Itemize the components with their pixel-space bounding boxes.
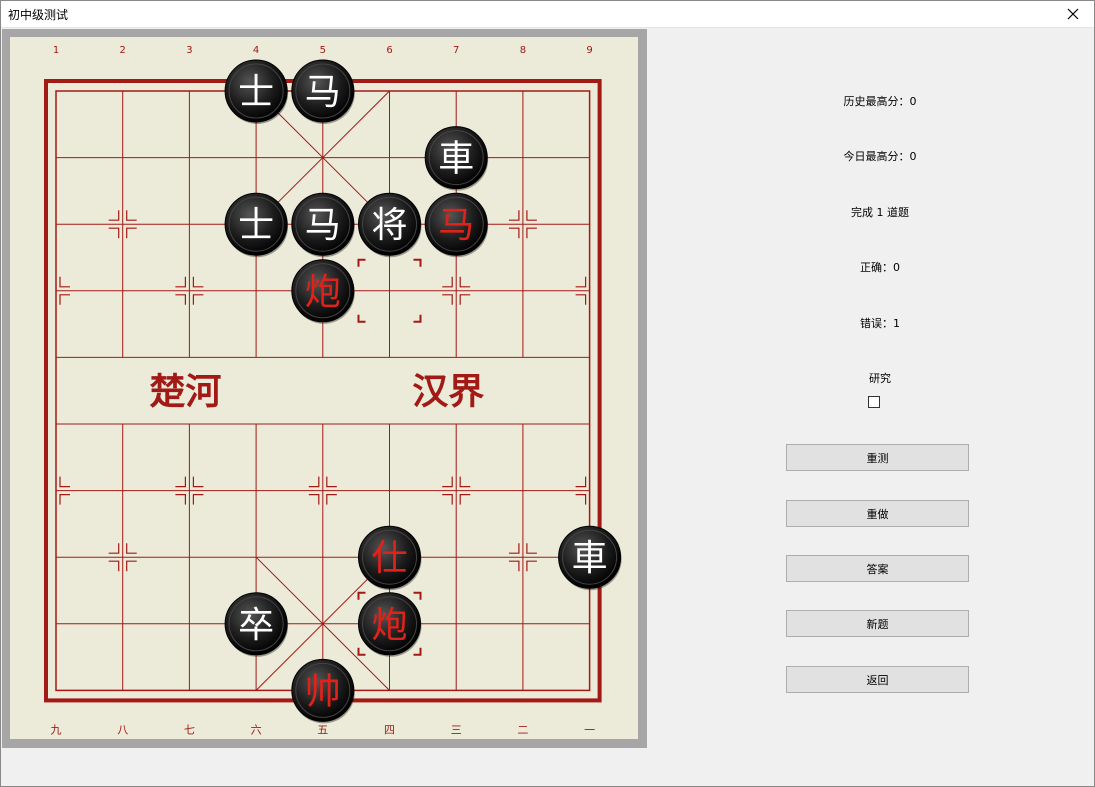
black-piece[interactable]: 马 <box>291 59 355 124</box>
river-text-right: 汉界 <box>412 371 484 413</box>
red-piece[interactable]: 帅 <box>291 658 355 724</box>
piece-label: 車 <box>438 139 474 180</box>
black-piece[interactable]: 马 <box>291 192 355 258</box>
window-title: 初中级测试 <box>8 8 69 22</box>
black-piece[interactable]: 士 <box>224 59 289 124</box>
red-piece[interactable]: 仕 <box>358 525 422 591</box>
top-column-label: 2 <box>120 45 126 56</box>
piece-label: 士 <box>238 72 274 113</box>
bottom-column-label: 八 <box>117 723 128 736</box>
piece-label: 士 <box>238 205 274 246</box>
top-column-label: 6 <box>386 45 392 56</box>
back-button[interactable]: 返回 <box>786 666 969 693</box>
piece-label: 車 <box>572 538 608 579</box>
research-label: 研究 <box>869 372 891 385</box>
top-column-label: 8 <box>520 45 526 56</box>
wrong-count: 错误：1 <box>860 317 900 330</box>
black-piece[interactable]: 車 <box>558 525 622 591</box>
black-piece[interactable]: 卒 <box>224 592 289 657</box>
title-bar: 初中级测试 <box>0 0 1095 28</box>
answer-button[interactable]: 答案 <box>786 555 969 582</box>
piece-label: 马 <box>438 205 474 246</box>
top-column-label: 1 <box>53 45 59 56</box>
today-best-score: 今日最高分：0 <box>843 150 917 163</box>
board-frame: 楚河 汉界 1 2 3 4 5 6 7 8 9 九八七六五四三二一 士马車士马将马炮仕車卒炮帅 <box>2 29 647 748</box>
piece-label: 炮 <box>371 605 407 646</box>
bottom-column-label: 七 <box>184 723 195 736</box>
correct-count: 正确：0 <box>860 261 900 274</box>
top-column-label: 5 <box>320 45 326 56</box>
new-problem-button[interactable]: 新题 <box>786 610 969 637</box>
bottom-column-label: 四 <box>384 723 395 736</box>
bottom-column-label: 二 <box>517 723 528 736</box>
research-checkbox[interactable] <box>868 396 880 408</box>
bottom-column-label: 三 <box>451 723 462 736</box>
redo-button[interactable]: 重做 <box>786 500 969 527</box>
top-column-label: 3 <box>186 45 192 56</box>
side-panel: 历史最高分：0 今日最高分：0 完成 1 道题 正确：0 错误：1 研究 重测 … <box>700 29 1060 729</box>
close-icon <box>1067 8 1079 20</box>
black-piece[interactable]: 車 <box>424 126 489 191</box>
bottom-column-label: 六 <box>251 723 262 736</box>
top-column-label: 9 <box>586 45 592 56</box>
bottom-column-label: 五 <box>317 723 328 736</box>
red-piece[interactable]: 马 <box>424 192 489 258</box>
piece-label: 仕 <box>371 538 407 579</box>
chess-board[interactable]: 楚河 汉界 1 2 3 4 5 6 7 8 9 九八七六五四三二一 士马車士马将马炮仕車卒炮帅 <box>10 37 638 739</box>
history-best-score: 历史最高分：0 <box>843 95 917 108</box>
board-grid[interactable]: 楚河 汉界1 2 3 4 5 6 7 8 9九八七六五四三二一 士马車士马将马炮仕 車卒 炮帅 <box>10 37 638 739</box>
close-button[interactable] <box>1051 0 1095 28</box>
river-text-left: 楚河 <box>149 371 221 413</box>
red-piece[interactable]: 炮 <box>291 259 355 324</box>
red-piece[interactable]: 炮 <box>358 592 422 657</box>
piece-label: 炮 <box>305 272 341 313</box>
piece-label: 马 <box>305 72 341 113</box>
bottom-column-label: 一 <box>584 723 595 736</box>
bottom-column-label: 九 <box>51 723 62 736</box>
piece-label: 卒 <box>238 605 274 646</box>
top-column-label: 4 <box>253 45 259 56</box>
piece-label: 将 <box>371 205 407 246</box>
piece-label: 帅 <box>305 671 341 712</box>
black-piece[interactable]: 士 <box>224 192 289 258</box>
completed-count: 完成 1 道题 <box>851 206 909 219</box>
retest-button[interactable]: 重测 <box>786 444 969 471</box>
black-piece[interactable]: 将 <box>358 192 422 258</box>
top-column-label: 7 <box>453 45 459 56</box>
piece-label: 马 <box>305 205 341 246</box>
